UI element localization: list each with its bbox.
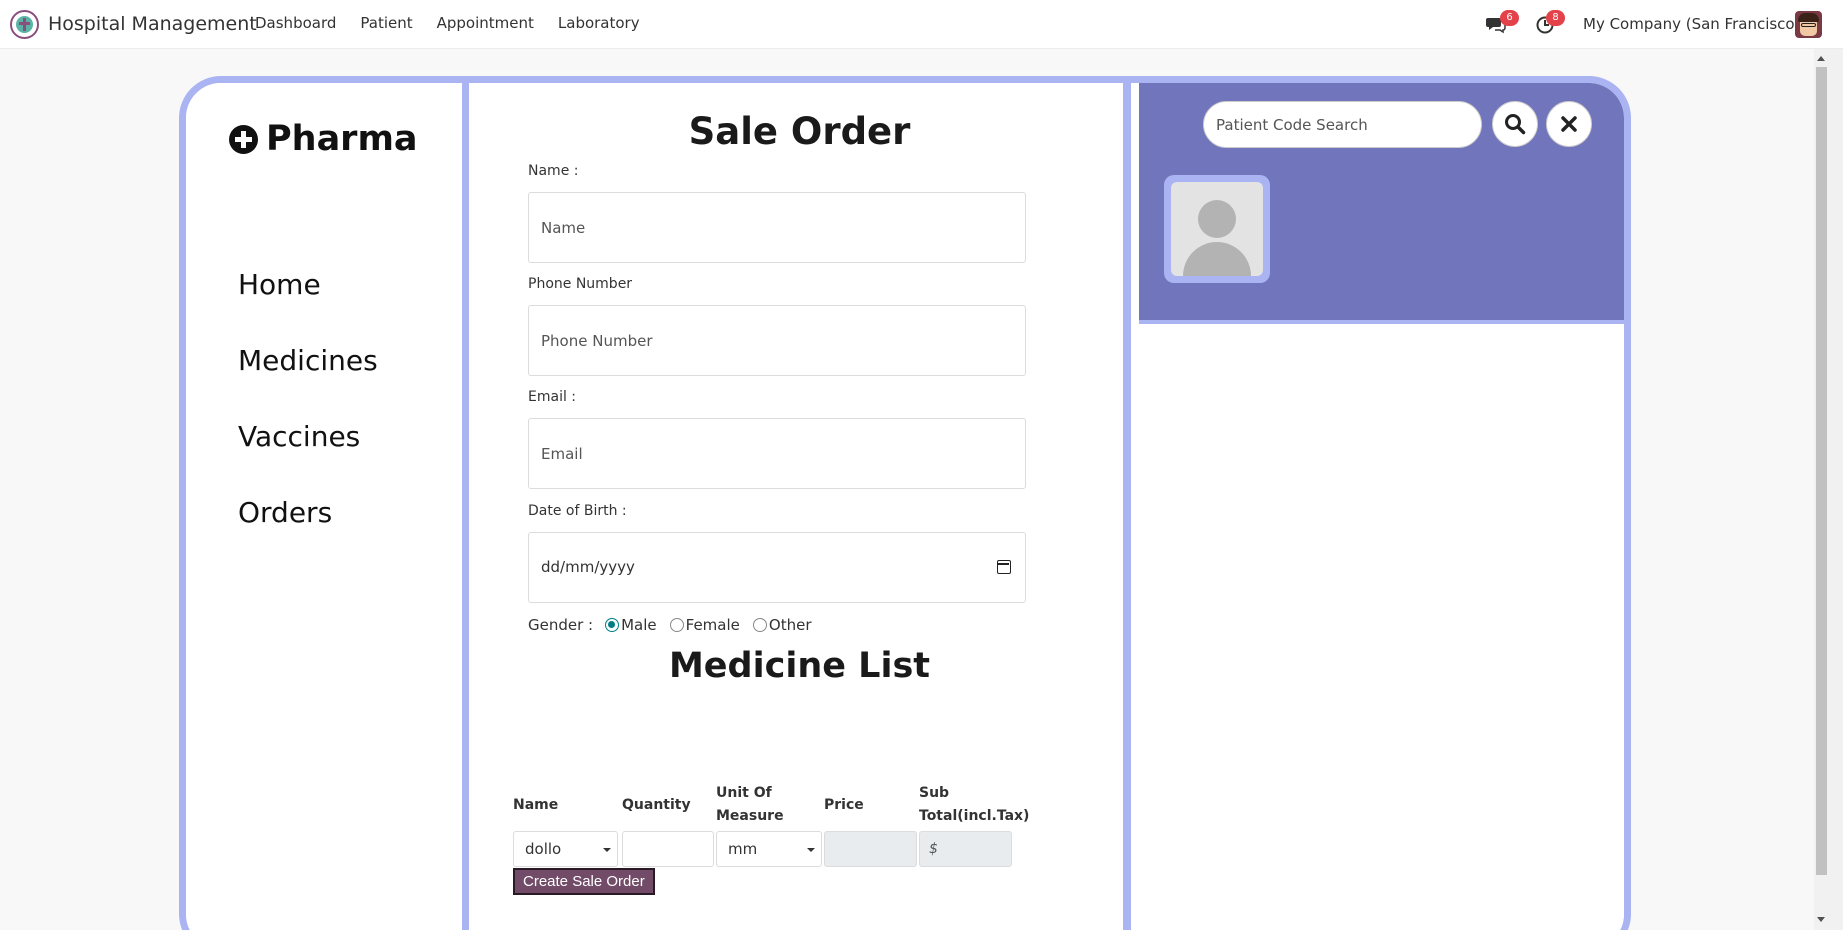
gender-male-label: Male [621,616,657,634]
subtotal-input: $ [919,831,1012,867]
gender-group: Gender : Male Female Other [528,616,824,634]
scroll-down-icon[interactable] [1817,917,1825,922]
patient-panel [1139,83,1624,930]
medicine-name-value: dollo [525,840,562,858]
quantity-input[interactable] [622,831,714,867]
search-button[interactable] [1492,101,1538,147]
page-scrollbar[interactable] [1814,49,1843,930]
uom-value: mm [728,840,758,858]
pharma-brand: Pharma [229,119,418,159]
email-label: Email : [528,389,577,405]
price-input [824,831,917,867]
phone-label: Phone Number [528,276,633,292]
radio-male[interactable] [605,618,620,632]
patient-search-header [1139,83,1624,324]
radio-other[interactable] [752,618,767,632]
messages-badge: 6 [1500,10,1519,26]
scroll-thumb[interactable] [1816,67,1827,875]
top-navbar: Hospital Management Dashboard Patient Ap… [0,0,1843,49]
sidebar-nav: Home Medicines Vaccines Orders [238,268,378,572]
col-header-subtotal: Sub Total(incl.Tax) [919,785,1030,824]
subtotal-value: $ [929,841,938,857]
col-header-quantity: Quantity [622,797,691,813]
brand-title: Pharma [266,119,418,159]
activities-badge: 8 [1546,10,1565,26]
sidebar-item-medicines[interactable]: Medicines [238,344,378,420]
patient-photo-frame [1164,175,1270,283]
page-title: Sale Order [688,110,911,153]
main-menu: Dashboard Patient Appointment Laboratory [255,14,664,32]
sidebar-item-vaccines[interactable]: Vaccines [238,420,378,496]
gender-option-other[interactable]: Other [752,616,812,634]
phone-input[interactable] [528,305,1026,376]
medicine-list-title: Medicine List [668,646,931,686]
gender-other-label: Other [768,616,812,634]
col-header-price: Price [824,797,864,813]
chevron-down-icon [807,848,815,852]
col-header-name: Name [513,797,559,813]
gender-label: Gender : [528,616,594,634]
patient-code-search-input[interactable] [1203,101,1482,148]
create-sale-order-button[interactable]: Create Sale Order [513,868,655,895]
pharma-frame: Pharma Home Medicines Vaccines Orders Sa… [179,76,1631,930]
email-input[interactable] [528,418,1026,489]
gender-female-label: Female [685,616,740,634]
sale-order-form: Sale Order Name : Phone Number Email : D… [476,83,1131,930]
medicine-name-select[interactable]: dollo [513,831,618,867]
gender-option-female[interactable]: Female [669,616,740,634]
close-icon [1561,116,1577,132]
name-label: Name : [528,163,579,179]
uom-select[interactable]: mm [716,831,822,867]
menu-dashboard[interactable]: Dashboard [255,14,336,32]
clear-button[interactable] [1546,101,1592,147]
patient-avatar-placeholder-icon [1171,182,1263,276]
hospital-logo-icon[interactable] [10,10,39,39]
gender-option-male[interactable]: Male [605,616,657,634]
dob-placeholder: dd/mm/yyyy [541,558,635,576]
company-switcher[interactable]: My Company (San Francisco) [1583,15,1800,33]
app-name[interactable]: Hospital Management [48,13,257,35]
dob-label: Date of Birth : [528,503,627,519]
search-icon [1505,114,1526,135]
dob-input[interactable]: dd/mm/yyyy [528,532,1026,603]
chevron-down-icon [603,848,611,852]
menu-appointment[interactable]: Appointment [437,14,534,32]
col-header-uom: Unit Of Measure [716,785,784,824]
menu-patient[interactable]: Patient [360,14,412,32]
calendar-icon[interactable] [997,560,1011,574]
sidebar-item-home[interactable]: Home [238,268,378,344]
pharma-sidebar: Pharma Home Medicines Vaccines Orders [186,83,469,930]
plus-circle-icon [229,124,258,154]
user-avatar[interactable] [1795,11,1822,38]
radio-female[interactable] [669,618,684,632]
sidebar-item-orders[interactable]: Orders [238,496,378,572]
scroll-up-icon[interactable] [1817,56,1825,61]
menu-laboratory[interactable]: Laboratory [558,14,640,32]
name-input[interactable] [528,192,1026,263]
